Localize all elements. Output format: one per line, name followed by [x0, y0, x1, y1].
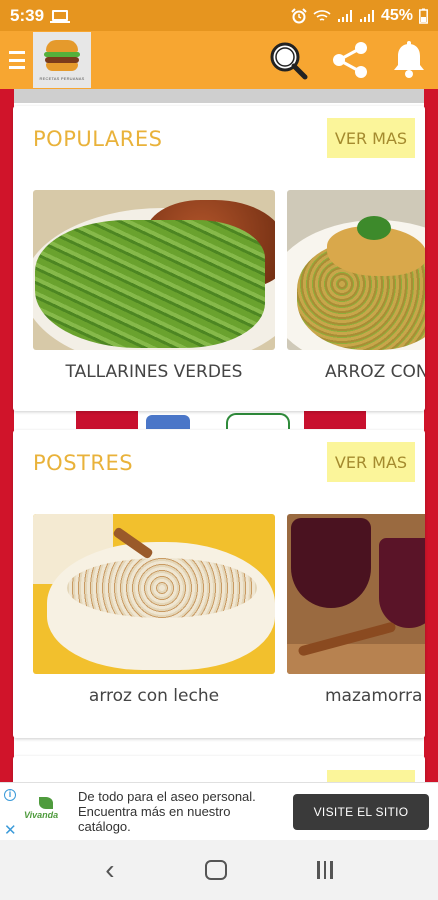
recipe-label: TALLARINES VERDES	[65, 362, 243, 382]
battery-icon	[419, 8, 428, 24]
signal-icon	[359, 9, 374, 22]
ad-text: De todo para el aseo personal. Encuentra…	[78, 789, 256, 834]
recipe-label: mazamorra	[325, 686, 423, 706]
ad-brand: Vivanda	[24, 810, 59, 820]
recipe-item[interactable]: mazamorra	[287, 514, 425, 706]
status-time: 5:39	[10, 5, 45, 25]
status-bar: 5:39 45%	[0, 0, 438, 31]
app-logo: RECETAS PERUANAS	[33, 32, 91, 88]
share-icon[interactable]	[330, 40, 370, 80]
recipe-item[interactable]: ARROZ CON	[287, 190, 425, 382]
bell-icon[interactable]	[392, 41, 426, 79]
back-icon[interactable]: ‹	[105, 854, 114, 886]
recents-icon[interactable]	[317, 861, 333, 879]
battery-level: 45%	[380, 6, 413, 24]
visit-site-button[interactable]: VISITE EL SITIO	[293, 794, 429, 830]
recipe-label: ARROZ CON	[325, 362, 425, 382]
ad-banner[interactable]: i ✕ Vivanda De todo para el aseo persona…	[0, 782, 438, 840]
recipe-item[interactable]: arroz con leche	[33, 514, 275, 706]
recipe-image[interactable]	[287, 514, 425, 674]
recipe-image[interactable]	[33, 514, 275, 674]
section-populares: POPULARES VER MAS TALLARINES VERDES ARRO…	[13, 106, 425, 411]
burger-logo-icon	[43, 39, 81, 74]
recipe-image[interactable]	[33, 190, 275, 350]
recipe-item[interactable]: TALLARINES VERDES	[33, 190, 275, 382]
flag-emblem	[76, 411, 366, 429]
alarm-icon	[291, 7, 307, 23]
section-title: POSTRES	[33, 451, 134, 475]
info-icon[interactable]: i	[4, 789, 16, 801]
system-nav-bar: ‹	[0, 840, 438, 900]
section-title: POPULARES	[33, 127, 163, 151]
screen-cast-icon	[50, 10, 71, 23]
menu-icon[interactable]	[9, 51, 25, 69]
section-postres: POSTRES VER MAS arroz con leche mazamorr…	[13, 430, 425, 738]
recipe-image[interactable]	[287, 190, 425, 350]
close-icon[interactable]: ✕	[4, 821, 17, 839]
status-indicators: 45%	[291, 7, 428, 25]
signal-icon	[337, 9, 352, 22]
wifi-icon	[313, 9, 331, 21]
logo-caption: RECETAS PERUANAS	[39, 75, 85, 81]
ver-mas-button[interactable]: VER MAS	[327, 442, 415, 482]
recipe-label: arroz con leche	[88, 686, 220, 706]
ad-brand-logo: Vivanda	[22, 797, 70, 827]
app-bar: RECETAS PERUANAS	[0, 31, 438, 89]
appbar-actions	[268, 40, 426, 80]
home-icon[interactable]	[204, 860, 227, 880]
ver-mas-button[interactable]: VER MAS	[327, 118, 415, 158]
search-icon[interactable]	[268, 40, 308, 80]
